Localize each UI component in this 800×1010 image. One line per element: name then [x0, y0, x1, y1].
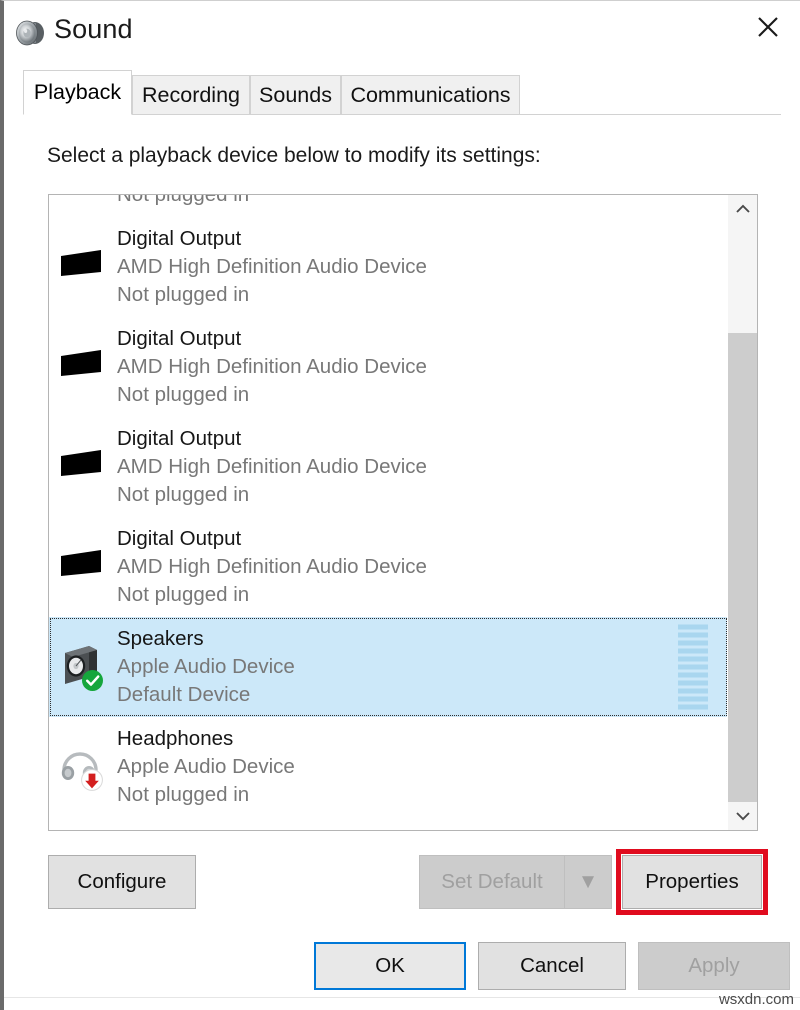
tab-sounds[interactable]: Sounds	[250, 75, 341, 115]
configure-button[interactable]: Configure	[48, 855, 196, 909]
dialog-bottom-strip	[4, 997, 800, 1010]
volume-meter-segment	[678, 625, 708, 630]
device-status: Not plugged in	[117, 381, 427, 409]
device-driver: Apple Audio Device	[117, 653, 295, 681]
device-status: Not plugged in	[117, 481, 427, 509]
volume-meter-segment	[678, 633, 708, 638]
tab-communications[interactable]: Communications	[341, 75, 520, 115]
volume-meter-segment	[678, 641, 708, 646]
device-driver: AMD High Definition Audio Device	[117, 453, 427, 481]
apply-button[interactable]: Apply	[638, 942, 790, 990]
volume-meter-segment	[678, 689, 708, 694]
device-name: Digital Output	[117, 425, 427, 453]
device-text-block: Digital OutputAMD High Definition Audio …	[117, 195, 427, 209]
tab-communications-label: Communications	[350, 83, 510, 108]
device-status: Default Device	[117, 681, 295, 709]
device-driver: AMD High Definition Audio Device	[117, 353, 427, 381]
instruction-text: Select a playback device below to modify…	[47, 144, 541, 168]
device-list-scrollbar[interactable]	[727, 195, 757, 830]
properties-button[interactable]: Properties	[622, 855, 762, 909]
volume-level-meter	[678, 625, 708, 710]
device-list-item[interactable]: " x1="0" y1="0" x2="0.6" y2="1">" stroke…	[49, 217, 728, 317]
device-text-block: HeadphonesApple Audio DeviceNot plugged …	[117, 725, 295, 809]
apply-button-label: Apply	[688, 954, 739, 978]
device-status: Not plugged in	[117, 281, 427, 309]
device-list-viewport: " x1="0" y1="0" x2="0.6" y2="1">" stroke…	[49, 195, 728, 830]
device-list-item[interactable]: SpeakersApple Audio DeviceDefault Device	[49, 617, 728, 717]
headphones-icon	[55, 739, 111, 795]
triangle-down-icon: ▼	[578, 870, 598, 894]
speaker-box-icon	[55, 639, 111, 695]
dialog-content: Select a playback device below to modify…	[4, 115, 800, 1010]
monitor-icon: " x1="0" y1="0" x2="0.6" y2="1">" stroke…	[55, 339, 111, 395]
monitor-icon: " x1="0" y1="0" x2="0.6" y2="1">" stroke…	[55, 539, 111, 595]
monitor-icon: " x1="0" y1="0" x2="0.6" y2="1">" stroke…	[55, 439, 111, 495]
tab-sounds-label: Sounds	[259, 83, 332, 108]
set-default-button-label: Set Default	[441, 870, 542, 894]
volume-meter-segment	[678, 697, 708, 702]
ok-button-label: OK	[375, 954, 405, 978]
device-list-rows: " x1="0" y1="0" x2="0.6" y2="1">" stroke…	[49, 195, 728, 817]
device-name: Speakers	[117, 625, 295, 653]
device-name: Digital Output	[117, 525, 427, 553]
device-name: Digital Output	[117, 325, 427, 353]
cancel-button-label: Cancel	[520, 954, 584, 978]
device-text-block: Digital OutputAMD High Definition Audio …	[117, 325, 427, 409]
cancel-button[interactable]: Cancel	[478, 942, 626, 990]
monitor-icon: " x1="0" y1="0" x2="0.6" y2="1">" stroke…	[55, 239, 111, 295]
volume-meter-segment	[678, 657, 708, 662]
tab-recording-label: Recording	[142, 83, 240, 108]
device-list-item[interactable]: " x1="0" y1="0" x2="0.6" y2="1">" stroke…	[49, 517, 728, 617]
close-icon[interactable]	[740, 3, 796, 51]
set-default-button[interactable]: Set Default	[419, 855, 564, 909]
properties-button-label: Properties	[645, 870, 738, 894]
volume-meter-segment	[678, 649, 708, 654]
device-text-block: Digital OutputAMD High Definition Audio …	[117, 225, 427, 309]
device-driver: AMD High Definition Audio Device	[117, 253, 427, 281]
device-status: Not plugged in	[117, 781, 295, 809]
window-title: Sound	[54, 14, 133, 45]
device-text-block: Digital OutputAMD High Definition Audio …	[117, 525, 427, 609]
watermark-text: wsxdn.com	[719, 991, 794, 1008]
tab-playback-label: Playback	[34, 80, 121, 105]
device-driver: Apple Audio Device	[117, 753, 295, 781]
volume-meter-segment	[678, 665, 708, 670]
device-text-block: Digital OutputAMD High Definition Audio …	[117, 425, 427, 509]
device-name: Headphones	[117, 725, 295, 753]
volume-meter-segment	[678, 705, 708, 710]
device-list-item[interactable]: HeadphonesApple Audio DeviceNot plugged …	[49, 717, 728, 817]
speaker-icon	[14, 15, 50, 51]
device-list-item[interactable]: " x1="0" y1="0" x2="0.6" y2="1">" stroke…	[49, 417, 728, 517]
volume-meter-segment	[678, 673, 708, 678]
device-list-item[interactable]: " x1="0" y1="0" x2="0.6" y2="1">" stroke…	[49, 317, 728, 417]
chevron-up-icon[interactable]	[728, 195, 757, 223]
configure-button-label: Configure	[78, 870, 167, 894]
tab-playback[interactable]: Playback	[23, 70, 132, 115]
volume-meter-segment	[678, 681, 708, 686]
sound-dialog-window: Sound Playback Recording Sounds Communic…	[0, 0, 800, 1010]
device-driver: AMD High Definition Audio Device	[117, 553, 427, 581]
tab-bar: Playback Recording Sounds Communications	[4, 63, 800, 115]
device-name: Digital Output	[117, 225, 427, 253]
scrollbar-thumb[interactable]	[728, 333, 757, 823]
tab-recording[interactable]: Recording	[132, 75, 250, 115]
playback-device-list[interactable]: " x1="0" y1="0" x2="0.6" y2="1">" stroke…	[48, 194, 758, 831]
device-status: Not plugged in	[117, 195, 427, 209]
title-bar: Sound	[4, 1, 800, 63]
set-default-dropdown-arrow[interactable]: ▼	[564, 855, 612, 909]
device-list-item[interactable]: " x1="0" y1="0" x2="0.6" y2="1">" stroke…	[49, 195, 728, 217]
device-status: Not plugged in	[117, 581, 427, 609]
chevron-down-icon[interactable]	[728, 802, 757, 830]
device-text-block: SpeakersApple Audio DeviceDefault Device	[117, 625, 295, 709]
ok-button[interactable]: OK	[314, 942, 466, 990]
